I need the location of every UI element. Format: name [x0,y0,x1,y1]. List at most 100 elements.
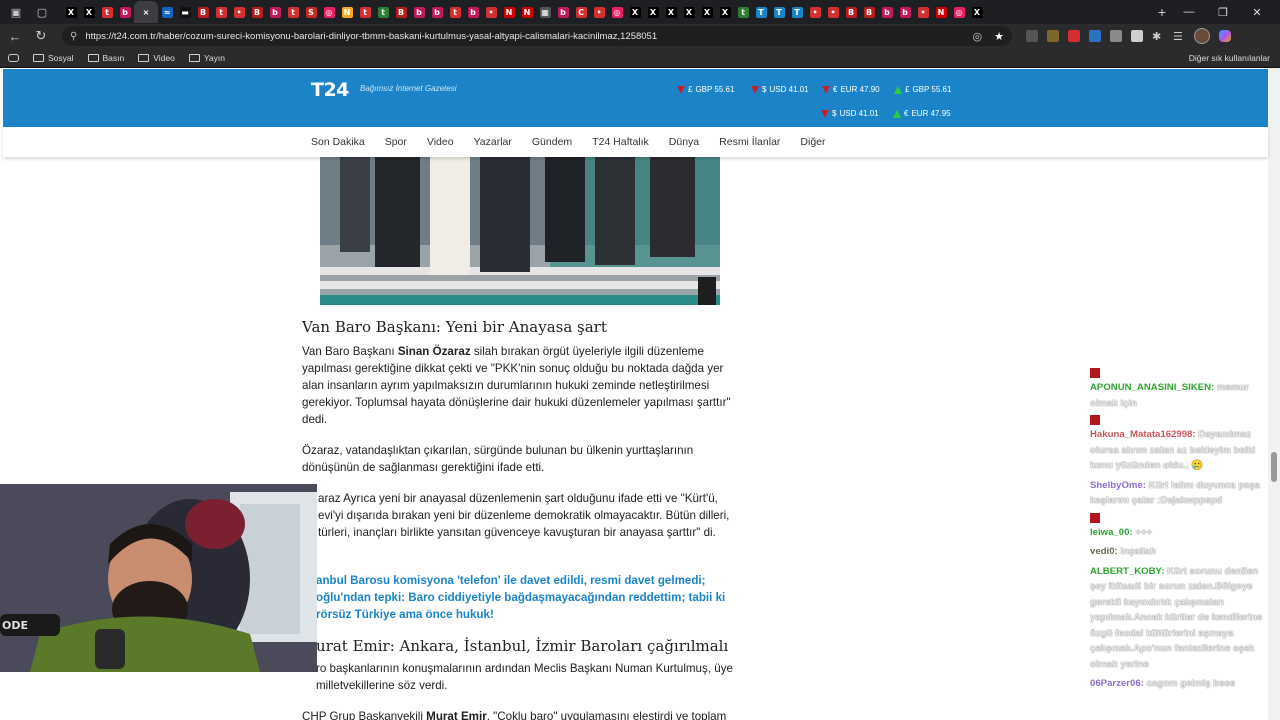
browser-tab[interactable]: B [842,1,860,23]
profile-avatar[interactable] [1194,28,1210,44]
page-scrollbar[interactable] [1268,68,1280,720]
browser-tab[interactable]: t [734,1,752,23]
browser-tab[interactable]: N [338,1,356,23]
browser-tab[interactable]: N [518,1,536,23]
browser-tab[interactable]: X [80,1,98,23]
currency-rate: € EUR 47.90 [822,85,880,94]
browser-tab[interactable]: N [932,1,950,23]
browser-tab[interactable]: X [968,1,986,23]
tab-search-icon[interactable]: ▢ [32,2,52,22]
new-tab-button[interactable]: + [1152,4,1172,20]
extension-icon[interactable] [1089,30,1101,42]
browser-tab[interactable]: X [644,1,662,23]
extension-icon[interactable] [1047,30,1059,42]
browser-tab[interactable]: ▦ [536,1,554,23]
related-link[interactable]: oğlu'ndan tepki: Baro ciddiyetiyle bağda… [316,589,736,623]
browser-tab[interactable]: B [248,1,266,23]
browser-tab[interactable]: ≈ [158,1,176,23]
nav-item[interactable]: T24 Haftalık [592,136,649,148]
browser-tab[interactable]: t [374,1,392,23]
browser-tab[interactable]: b [554,1,572,23]
browser-tab[interactable]: X [62,1,80,23]
browser-tab[interactable]: T [770,1,788,23]
browser-tab[interactable]: b [116,1,134,23]
nav-item[interactable]: Son Dakika [311,136,365,148]
browser-tab[interactable]: X [716,1,734,23]
browser-tab[interactable]: • [824,1,842,23]
browser-tab[interactable]: S [302,1,320,23]
browser-tab[interactable]: b [896,1,914,23]
browser-tab[interactable]: • [230,1,248,23]
browser-tab[interactable]: B [860,1,878,23]
browser-tab[interactable]: X [662,1,680,23]
nav-item[interactable]: Yazarlar [474,136,512,148]
nav-item[interactable]: Diğer [800,136,825,148]
reload-button[interactable]: ↻ [30,25,52,47]
site-logo[interactable]: T24 [311,79,349,101]
reader-mode-icon[interactable]: ◎ [973,30,983,43]
browser-tab[interactable]: • [806,1,824,23]
extension-icon[interactable] [1131,30,1143,42]
favicon-icon: B [395,6,407,18]
scrollbar-thumb[interactable] [1271,452,1277,482]
other-bookmarks[interactable]: Diğer sık kullanılanlar [1185,53,1270,63]
nav-item[interactable]: Gündem [532,136,572,148]
nav-item[interactable]: Resmi İlanlar [719,136,780,148]
browser-tab[interactable]: b [266,1,284,23]
related-link[interactable]: anbul Barosu komisyona 'telefon' ile dav… [316,572,736,589]
browser-tab[interactable]: T [752,1,770,23]
browser-tab[interactable]: ◎ [608,1,626,23]
nav-item[interactable]: Video [427,136,454,148]
browser-tab[interactable]: t [212,1,230,23]
address-url[interactable]: https://t24.com.tr/haber/cozum-sureci-ko… [85,31,972,42]
browser-tab[interactable]: b [878,1,896,23]
browser-tab[interactable]: t [98,1,116,23]
browser-tab[interactable]: N [500,1,518,23]
browser-tab[interactable]: t [356,1,374,23]
browser-tab[interactable]: B [194,1,212,23]
article-photo [320,157,720,305]
bookmark-folder-basin[interactable]: Basın [87,53,124,63]
reading-list-icon[interactable]: ☰ [1173,30,1185,43]
browser-tab[interactable]: ◎ [320,1,338,23]
browser-tab[interactable]: C [572,1,590,23]
tab-active[interactable]: × [134,1,158,23]
favicon-icon: X [971,6,983,18]
extension-icon[interactable] [1026,30,1038,42]
browser-tab[interactable]: b [410,1,428,23]
back-button[interactable]: ← [4,25,26,47]
bookmark-folder-video[interactable]: Video [138,53,175,63]
extensions-puzzle-icon[interactable]: ✱ [1152,30,1164,43]
site-info-icon[interactable]: ⚲ [70,31,77,42]
browser-tab[interactable]: B [392,1,410,23]
minimize-button[interactable]: — [1172,6,1206,19]
browser-tab[interactable]: X [626,1,644,23]
maximize-button[interactable]: ❐ [1206,6,1240,19]
browser-menu-icon[interactable]: ▣ [6,2,26,22]
browser-tab[interactable]: X [698,1,716,23]
address-bar[interactable]: ⚲ https://t24.com.tr/haber/cozum-sureci-… [62,26,1012,46]
extension-icon[interactable] [1110,30,1122,42]
favicon-icon: • [827,6,839,18]
browser-tab[interactable]: b [464,1,482,23]
close-button[interactable]: ✕ [1240,6,1274,19]
browser-tab[interactable]: • [914,1,932,23]
browser-tab[interactable]: ▬ [176,1,194,23]
copilot-icon[interactable] [1219,30,1231,42]
browser-tab[interactable]: X [680,1,698,23]
browser-tab[interactable]: ◎ [950,1,968,23]
nav-item[interactable]: Dünya [669,136,699,148]
youtube-extension-icon[interactable] [1068,30,1080,42]
bookmark-star-icon[interactable]: ★ [994,30,1004,43]
browser-tab[interactable]: t [284,1,302,23]
bookmarks-bar-icon[interactable] [8,53,19,62]
bookmark-folder-yayin[interactable]: Yayın [188,53,225,63]
browser-tab[interactable]: t [446,1,464,23]
browser-tab[interactable]: T [788,1,806,23]
bookmark-folder-sosyal[interactable]: Sosyal [33,53,74,63]
nav-item[interactable]: Spor [385,136,407,148]
browser-tab[interactable]: b [428,1,446,23]
browser-tab[interactable]: • [482,1,500,23]
photo-illustration [320,157,720,305]
browser-tab[interactable]: • [590,1,608,23]
